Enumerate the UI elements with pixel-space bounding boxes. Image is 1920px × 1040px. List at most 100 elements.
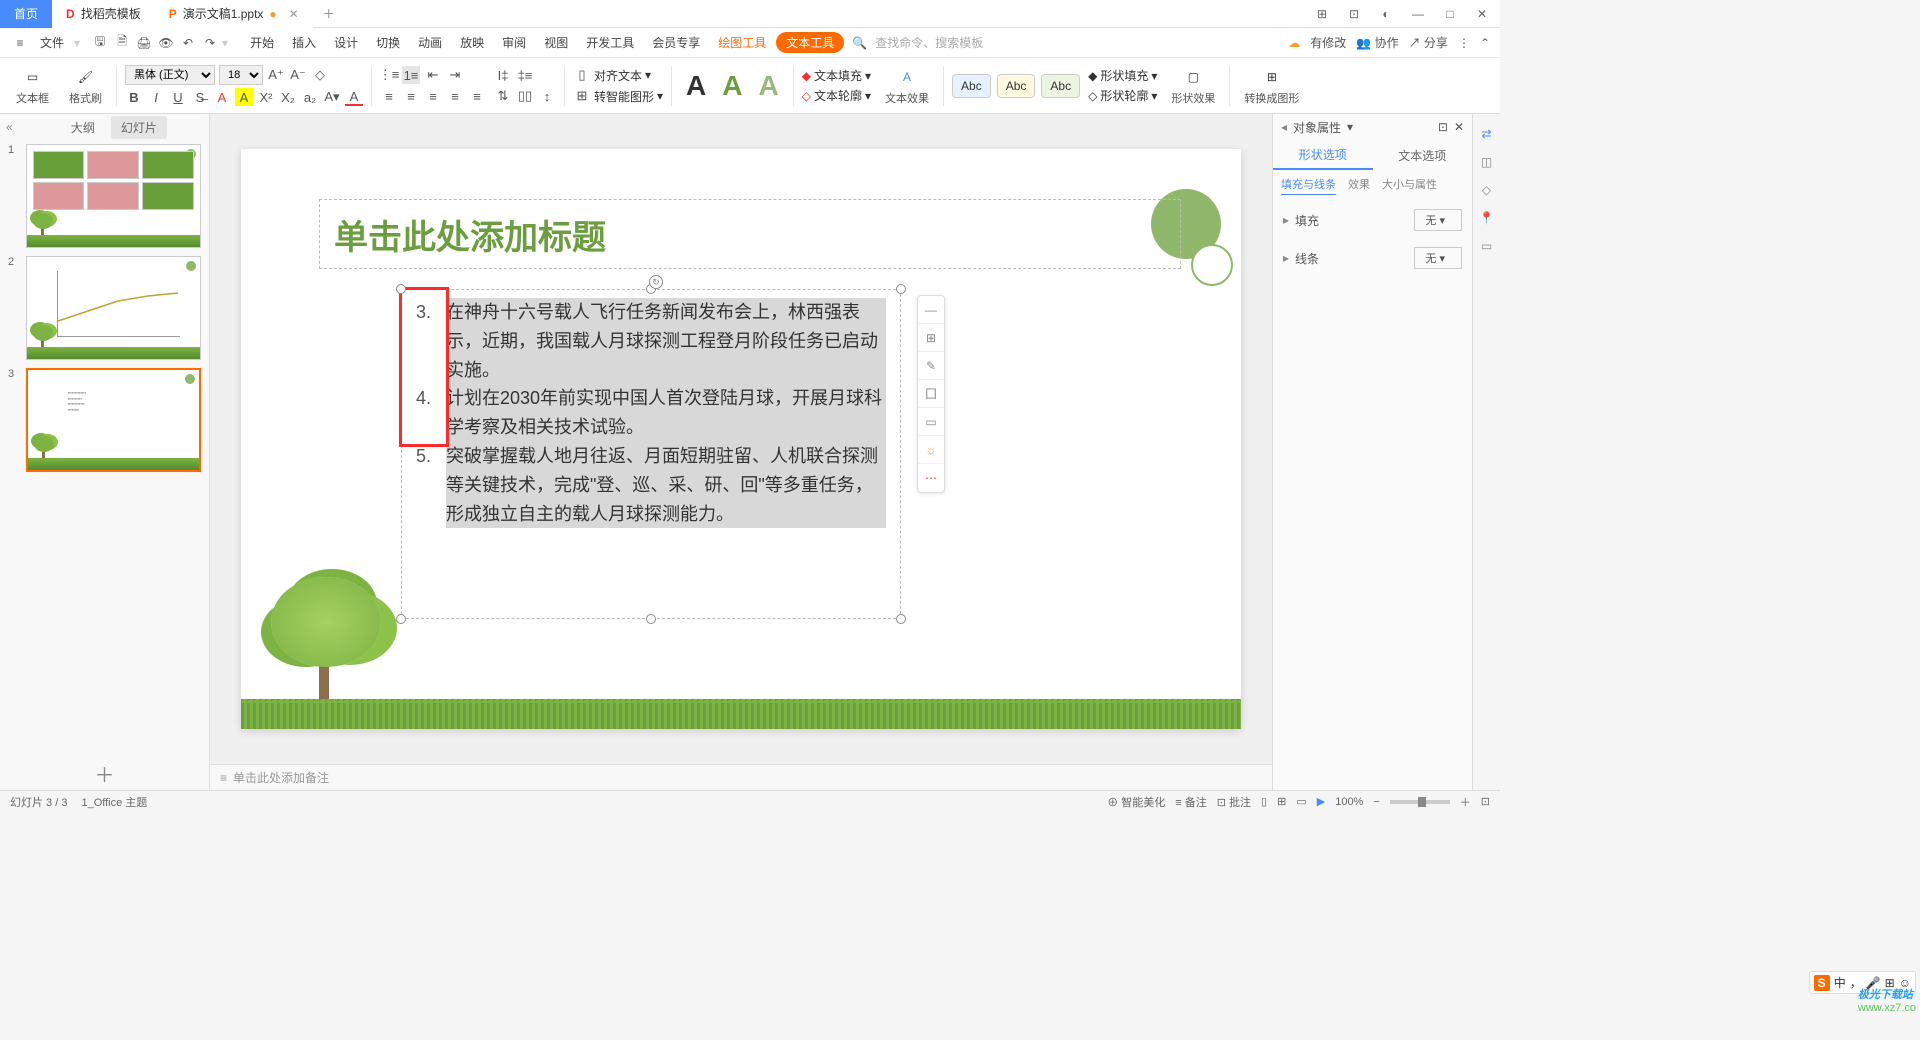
zoom-in-icon[interactable]: ＋ xyxy=(1460,794,1471,810)
list-item[interactable]: 突破掌握载人地月往返、月面短期驻留、人机联合探测等关键技术，完成"登、巡、采、研… xyxy=(416,442,886,528)
float-collapse-icon[interactable]: — xyxy=(918,296,944,324)
user-avatar[interactable]: ◐ xyxy=(1376,4,1396,24)
text-fill-button[interactable]: 文本填充 xyxy=(814,67,862,84)
menu-animation[interactable]: 动画 xyxy=(410,30,450,55)
share-button[interactable]: ↗ 分享 xyxy=(1409,34,1448,51)
highlight-icon[interactable]: A xyxy=(235,88,253,106)
menu-text-tool[interactable]: 文本工具 xyxy=(776,32,844,53)
rp-close-icon[interactable]: ✕ xyxy=(1454,120,1464,134)
tab-templates[interactable]: D 找稻壳模板 xyxy=(52,0,155,28)
slide-canvas[interactable]: 单击此处添加标题 在神舟十六号载人飞行任务新闻发布会上，林西强表示，近期，我国载… xyxy=(241,149,1241,729)
convert-graphic-button[interactable]: ⊞ 转换成图形 xyxy=(1238,66,1305,106)
font-color2-icon[interactable]: A xyxy=(345,88,363,106)
notes-bar[interactable]: ≡ 单击此处添加备注 xyxy=(210,764,1272,790)
rp-tab-text[interactable]: 文本选项 xyxy=(1373,140,1473,170)
list-item[interactable]: 在神舟十六号载人飞行任务新闻发布会上，林西强表示，近期，我国载人月球探测工程登月… xyxy=(416,298,886,384)
wordart-gallery[interactable]: A A A xyxy=(680,70,785,102)
rp-line-row[interactable]: ▸线条 无 ▾ xyxy=(1273,239,1472,277)
minimize-icon[interactable]: — xyxy=(1408,4,1428,24)
save-icon[interactable]: 🖫 xyxy=(90,33,110,53)
menu-insert[interactable]: 插入 xyxy=(284,30,324,55)
close-icon[interactable]: ✕ xyxy=(1472,4,1492,24)
list-item[interactable]: 计划在2030年前实现中国人首次登陆月球，开展月球科学考察及相关技术试验。 xyxy=(416,384,886,442)
expand-icon[interactable]: ⌃ xyxy=(1480,36,1490,50)
shape-style-1[interactable]: Abc xyxy=(952,74,991,98)
search-input[interactable]: 查找命令、搜索模板 xyxy=(875,34,983,51)
change-case-icon[interactable]: a₂ xyxy=(301,88,319,106)
align-text-button[interactable]: 对齐文本 xyxy=(594,67,642,84)
grow-font-icon[interactable]: A⁺ xyxy=(267,66,285,84)
thumb-1[interactable] xyxy=(26,144,201,248)
undo-icon[interactable]: ↶ xyxy=(178,33,198,53)
vertical-icon[interactable]: ↕ xyxy=(538,87,556,105)
view-sorter-icon[interactable]: ⊞ xyxy=(1277,795,1286,808)
shape-style-gallery[interactable]: Abc Abc Abc xyxy=(952,74,1080,98)
more-icon[interactable]: ⋮ xyxy=(1458,36,1470,50)
font-color-icon[interactable]: A xyxy=(213,88,231,106)
underline-icon[interactable]: U xyxy=(169,88,187,106)
font-name-select[interactable]: 黑体 (正文) xyxy=(125,65,215,85)
align-left-icon[interactable]: ≡ xyxy=(380,87,398,105)
text-effect-button[interactable]: A 文本效果 xyxy=(879,66,935,106)
tab-home[interactable]: 首页 xyxy=(0,0,52,28)
play-icon[interactable]: ▶ xyxy=(1317,795,1325,808)
menu-vip[interactable]: 会员专享 xyxy=(644,30,708,55)
menu-devtools[interactable]: 开发工具 xyxy=(578,30,642,55)
line-spacing-icon[interactable]: ‡≡ xyxy=(516,66,534,84)
beautify-button[interactable]: ⊕ 智能美化 xyxy=(1107,794,1165,810)
tab-close-icon[interactable]: ✕ xyxy=(289,7,299,21)
search-icon[interactable]: 🔍 xyxy=(852,36,867,50)
add-slide-button[interactable]: ＋ xyxy=(0,756,209,790)
float-edit-icon[interactable]: ✎ xyxy=(918,352,944,380)
shape-effect-button[interactable]: ▢ 形状效果 xyxy=(1165,66,1221,106)
notes-toggle[interactable]: ≡ 备注 xyxy=(1175,794,1206,810)
text-direction-icon[interactable]: I‡ xyxy=(494,66,512,84)
menu-review[interactable]: 审阅 xyxy=(494,30,534,55)
zoom-out-icon[interactable]: − xyxy=(1373,796,1379,808)
saveas-icon[interactable]: 🗎 xyxy=(112,33,132,53)
menu-icon[interactable]: ≡ xyxy=(10,33,30,53)
spacing-icon[interactable]: ⇅ xyxy=(494,87,512,105)
rp-tab-shape[interactable]: 形状选项 xyxy=(1273,140,1373,170)
shrink-font-icon[interactable]: A⁻ xyxy=(289,66,307,84)
side-props-icon[interactable]: ⇄ xyxy=(1477,124,1497,144)
column-icon[interactable]: ▯▯ xyxy=(516,87,534,105)
view-normal-icon[interactable]: ▯ xyxy=(1261,795,1267,808)
align-justify-icon[interactable]: ≡ xyxy=(446,87,464,105)
subscript-icon[interactable]: X₂ xyxy=(279,88,297,106)
side-location-icon[interactable]: 📍 xyxy=(1477,208,1497,228)
menu-start[interactable]: 开始 xyxy=(242,30,282,55)
align-right-icon[interactable]: ≡ xyxy=(424,87,442,105)
line-select[interactable]: 无 ▾ xyxy=(1414,247,1462,269)
superscript-icon[interactable]: X² xyxy=(257,88,275,106)
font-size-select[interactable]: 18 xyxy=(219,65,263,85)
wordart-style-3[interactable]: A xyxy=(753,70,785,102)
rp-sub-fill[interactable]: 填充与线条 xyxy=(1281,176,1336,195)
float-frame-icon[interactable]: 囗 xyxy=(918,380,944,408)
strike-icon[interactable]: S̶ xyxy=(191,88,209,106)
text-outline-button[interactable]: 文本轮廓 xyxy=(814,87,862,104)
format-painter-button[interactable]: 🖌 格式刷 xyxy=(63,66,108,106)
indent-right-icon[interactable]: ⇥ xyxy=(446,66,464,84)
outline-tab[interactable]: 大纲 xyxy=(61,116,105,139)
menu-design[interactable]: 设计 xyxy=(326,30,366,55)
rp-pin-icon[interactable]: ⊡ xyxy=(1438,120,1448,134)
smart-graphic-button[interactable]: 转智能图形 xyxy=(594,88,654,105)
menu-draw-tool[interactable]: 绘图工具 xyxy=(710,30,774,55)
align-dist-icon[interactable]: ≡ xyxy=(468,87,486,105)
float-bulb-icon[interactable]: ☼ xyxy=(918,436,944,464)
preview-icon[interactable]: 👁 xyxy=(156,33,176,53)
layout-icon[interactable]: ⊞ xyxy=(1312,4,1332,24)
maximize-icon[interactable]: □ xyxy=(1440,4,1460,24)
shape-fill-button[interactable]: 形状填充 xyxy=(1100,67,1148,84)
rotate-handle[interactable]: ↻ xyxy=(649,275,663,289)
indent-left-icon[interactable]: ⇤ xyxy=(424,66,442,84)
collab-icon[interactable]: 👥 协作 xyxy=(1356,34,1398,51)
align-center-icon[interactable]: ≡ xyxy=(402,87,420,105)
thumb-2[interactable] xyxy=(26,256,201,360)
numbering-icon[interactable]: 1≡ xyxy=(402,66,420,84)
wordart-style-1[interactable]: A xyxy=(680,70,712,102)
menu-file[interactable]: 文件 xyxy=(32,30,72,55)
float-more-icon[interactable]: ⋯ xyxy=(918,464,944,492)
rp-fill-row[interactable]: ▸填充 无 ▾ xyxy=(1273,201,1472,239)
